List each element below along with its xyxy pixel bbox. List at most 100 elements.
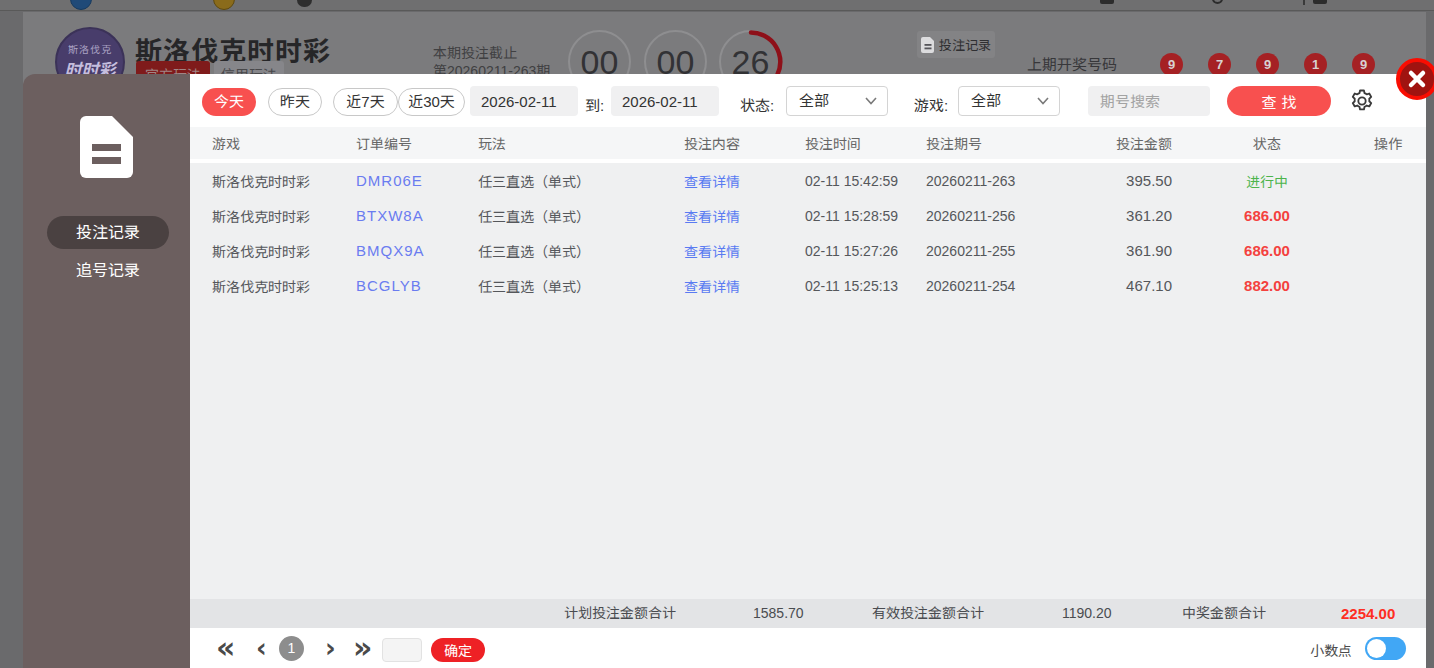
bet-records-button-label: 投注记录 [939,35,991,54]
deadline-label: 本期投注截止 [433,42,517,62]
range-30days-button[interactable]: 近30天 [398,88,465,116]
range-7days-button[interactable]: 近7天 [333,88,398,116]
draw-ball: 9 [1256,53,1279,76]
toggle-knob [1367,639,1386,658]
col-header-amount: 投注金额 [1060,127,1172,159]
plan-total-label: 计划投注金额合计 [564,599,676,628]
col-header-game: 游戏 [212,127,356,159]
chevron-down-icon [865,97,877,105]
last-page-button[interactable]: » [353,628,372,668]
cell-issue: 20260211-254 [926,268,1060,303]
col-header-order: 订单编号 [356,127,478,159]
status-select[interactable]: 全部 [786,86,888,116]
headset-icon [297,0,312,7]
game-filter-label: 游戏: [914,94,948,115]
bet-records-button[interactable]: 投注记录 [917,31,995,58]
cell-issue: 20260211-263 [926,163,1060,198]
cell-order-link[interactable]: BMQX9A [356,233,478,268]
win-total-label: 中奖金额合计 [1182,599,1266,628]
cell-time: 02-11 15:42:59 [805,163,926,198]
valid-total-label: 有效投注金额合计 [872,599,984,628]
cell-status: 进行中 [1172,163,1362,198]
cell-detail-link[interactable]: 查看详情 [684,233,805,268]
table-row: 斯洛伐克时时彩 BCGLYB 任三直选（单式） 查看详情 02-11 15:25… [190,268,1426,303]
game-select-value: 全部 [971,92,1001,109]
cell-amount: 395.50 [1060,163,1172,198]
modal-close-button[interactable] [1396,58,1434,100]
date-from-input[interactable] [470,86,578,116]
wallet-icon [1100,0,1114,4]
bet-records-modal: 投注记录 追号记录 今天 昨天 近7天 近30天 到: 状态: 全部 游戏: 全… [23,74,1426,668]
search-button[interactable]: 查找 [1227,86,1331,116]
cell-detail-link[interactable]: 查看详情 [684,268,805,303]
divider-bar [1303,0,1305,5]
current-page-badge[interactable]: 1 [279,636,304,661]
cell-order-link[interactable]: BCGLYB [356,268,478,303]
cell-game: 斯洛伐克时时彩 [212,163,356,198]
logo-text-top: 斯洛伐克 [57,41,123,56]
cell-issue: 20260211-256 [926,198,1060,233]
col-header-play: 玩法 [478,127,684,159]
records-doc-icon [80,116,133,178]
date-to-label: 到: [585,94,604,115]
plan-total-value: 1585.70 [753,599,804,628]
sidebar-item-chase-records[interactable]: 追号记录 [47,254,169,287]
cell-game: 斯洛伐克时时彩 [212,233,356,268]
cell-amount: 467.10 [1060,268,1172,303]
cell-play: 任三直选（单式） [478,233,684,268]
summary-bar: 计划投注金额合计 1585.70 有效投注金额合计 1190.20 中奖金额合计… [190,599,1426,628]
cell-order-link[interactable]: DMR06E [356,163,478,198]
cell-time: 02-11 15:27:26 [805,233,926,268]
cell-status: 882.00 [1172,268,1362,303]
coin-icon-blue [70,0,92,10]
modal-sidebar: 投注记录 追号记录 [23,74,190,668]
draw-ball: 9 [1352,53,1375,76]
sidebar-item-bet-records[interactable]: 投注记录 [47,216,169,249]
cell-time: 02-11 15:25:13 [805,268,926,303]
cell-play: 任三直选（单式） [478,163,684,198]
decimal-toggle[interactable] [1365,637,1406,660]
draw-ball: 1 [1304,53,1327,76]
document-icon [921,37,935,53]
grid-icon [1313,0,1327,4]
valid-total-value: 1190.20 [1062,599,1112,628]
chevron-down-icon [1037,97,1049,105]
coin-icon-gold [213,0,235,10]
last-draw-label: 上期开奖号码 [1027,53,1117,74]
cell-order-link[interactable]: BTXW8A [356,198,478,233]
cell-detail-link[interactable]: 查看详情 [684,198,805,233]
range-yesterday-button[interactable]: 昨天 [268,88,322,116]
cell-game: 斯洛伐克时时彩 [212,268,356,303]
cell-status: 686.00 [1172,233,1362,268]
cell-play: 任三直选（单式） [478,198,684,233]
draw-ball: 7 [1208,53,1231,76]
next-page-button[interactable]: › [325,628,336,668]
cell-game: 斯洛伐克时时彩 [212,198,356,233]
issue-search-input[interactable] [1088,86,1210,116]
table-row: 斯洛伐克时时彩 DMR06E 任三直选（单式） 查看详情 02-11 15:42… [190,163,1426,198]
page-jump-confirm-button[interactable]: 确定 [431,638,485,662]
table-row: 斯洛伐克时时彩 BMQX9A 任三直选（单式） 查看详情 02-11 15:27… [190,233,1426,268]
close-x-icon [1402,64,1432,94]
cell-detail-link[interactable]: 查看详情 [684,163,805,198]
col-header-issue: 投注期号 [926,127,1060,159]
cell-amount: 361.90 [1060,233,1172,268]
first-page-button[interactable]: « [216,628,235,668]
col-header-content: 投注内容 [684,127,805,159]
settings-gear-icon[interactable] [1349,88,1375,114]
decimal-toggle-label: 小数点 [1310,640,1352,660]
range-today-button[interactable]: 今天 [202,88,256,116]
game-select[interactable]: 全部 [958,86,1060,116]
status-select-value: 全部 [799,92,829,109]
table-header-row: 游戏 订单编号 玩法 投注内容 投注时间 投注期号 投注金额 状态 操作 [190,127,1426,159]
modal-main: 今天 昨天 近7天 近30天 到: 状态: 全部 游戏: 全部 查找 游戏 订单… [190,74,1426,668]
win-total-value: 2254.00 [1341,599,1395,628]
page-jump-input[interactable] [382,638,422,662]
col-header-action: 操作 [1356,127,1420,159]
date-to-input[interactable] [611,86,719,116]
cell-issue: 20260211-255 [926,233,1060,268]
prev-page-button[interactable]: ‹ [256,628,267,668]
status-filter-label: 状态: [740,94,774,115]
col-header-status: 状态 [1172,127,1362,159]
table-body: 斯洛伐克时时彩 DMR06E 任三直选（单式） 查看详情 02-11 15:42… [190,163,1426,599]
